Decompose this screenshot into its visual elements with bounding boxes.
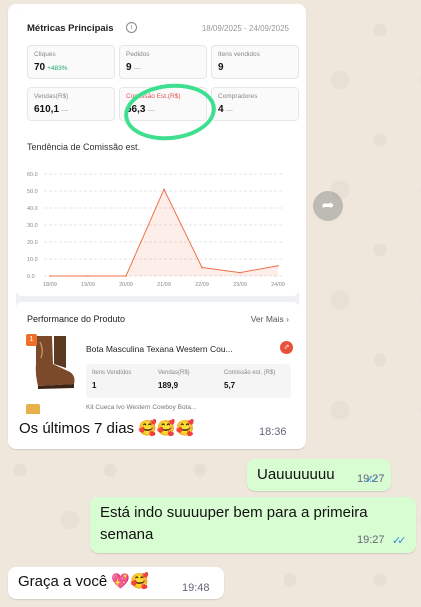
- y-tick-label: 60.0: [27, 172, 38, 178]
- y-tick-label: 40.0: [27, 206, 38, 212]
- read-receipt-icon: ✓✓: [365, 474, 380, 486]
- read-receipt-icon: ✓✓: [392, 535, 407, 547]
- image-caption: Os últimos 7 dias 🥰🥰🥰: [19, 420, 195, 437]
- data-point: [87, 275, 89, 277]
- rank-badge: 1: [26, 334, 37, 346]
- y-tick-label: 30.0: [27, 223, 38, 229]
- chart-title: Tendência de Comissão est.: [27, 142, 141, 152]
- tile-vendas: Vendas(R$) 610,1—: [27, 87, 115, 121]
- metrics-title: Métricas Principais: [27, 23, 114, 34]
- data-point: [163, 188, 165, 191]
- commission-trend-chart: 0.0 10.0 20.0 30.0 40.0 50.0 60.0 18/09 19/09 20/…: [27, 172, 285, 288]
- outgoing-message[interactable]: Está indo suuuuper bem para a primeira s…: [90, 497, 416, 553]
- message-text-line1: Está indo suuuuper bem para a primeira: [100, 504, 368, 521]
- data-point: [49, 275, 51, 277]
- performance-title: Performance do Produto: [27, 314, 126, 324]
- x-tick-label: 23/09: [233, 282, 247, 288]
- date-range: 18/09/2025 - 24/09/2025: [201, 24, 289, 33]
- stat-vendas: Vendas(R$) 189,9: [158, 370, 190, 390]
- x-tick-label: 21/09: [157, 282, 171, 288]
- info-icon: i: [126, 22, 137, 33]
- stat-itens-vendidos: Itens Vendidos 1: [92, 370, 132, 390]
- product-name[interactable]: Bota Masculina Texana Western Cou...: [86, 344, 233, 354]
- y-tick-label: 20.0: [27, 240, 38, 246]
- tile-label: Vendas(R$): [34, 93, 69, 100]
- series-area: [50, 189, 278, 276]
- data-point: [239, 271, 241, 274]
- product-performance-card: Performance do Produto Ver Mais › 1 Bota…: [16, 302, 299, 414]
- y-tick-label: 50.0: [27, 189, 38, 195]
- forward-icon[interactable]: ➦: [313, 191, 343, 221]
- message-text: Graça a você 💖🥰: [18, 573, 149, 590]
- next-product-row[interactable]: Kit Cueca Ivo Western Cowboy Bota...: [16, 402, 299, 414]
- incoming-message[interactable]: Graça a você 💖🥰 19:48: [8, 567, 224, 599]
- chevron-right-icon: ›: [286, 314, 289, 324]
- next-product-name: Kit Cueca Ivo Western Cowboy Bota...: [86, 404, 197, 411]
- image-message-bubble[interactable]: Métricas Principais i 18/09/2025 - 24/09…: [8, 4, 306, 449]
- metrics-card: Métricas Principais i 18/09/2025 - 24/09…: [16, 10, 299, 296]
- tile-label: Cliques: [34, 51, 56, 58]
- x-tick-label: 19/09: [81, 282, 95, 288]
- data-point: [125, 275, 127, 277]
- tile-cliques: Cliques 70 +483%: [27, 45, 115, 79]
- tile-compradores: Compradores 4—: [211, 87, 299, 121]
- tile-value: 9—: [126, 62, 141, 73]
- tile-label: Itens vendidos: [218, 51, 260, 58]
- x-tick-label: 22/09: [195, 282, 209, 288]
- product-stats: Itens Vendidos 1 Vendas(R$) 189,9 Comiss…: [86, 364, 291, 398]
- see-more-link[interactable]: Ver Mais ›: [251, 314, 289, 324]
- message-text: Uauuuuuuu: [257, 466, 335, 483]
- y-tick-label: 10.0: [27, 257, 38, 263]
- message-time: 18:36: [259, 426, 287, 438]
- data-point: [201, 266, 203, 269]
- x-tick-label: 18/09: [43, 282, 57, 288]
- next-product-thumbnail: [26, 404, 40, 414]
- tile-value: 9: [218, 62, 224, 73]
- message-time: 19:48: [182, 582, 210, 594]
- data-point: [277, 265, 279, 267]
- tile-value: 4—: [218, 104, 233, 115]
- tile-itens-vendidos: Itens vendidos 9: [211, 45, 299, 79]
- stat-comissao: Comissão est. (R$) 5,7: [224, 370, 276, 390]
- share-icon[interactable]: ⇗: [280, 341, 293, 354]
- tile-label: Compradores: [218, 93, 258, 100]
- y-tick-label: 0.0: [27, 274, 35, 280]
- message-time: 19:27: [357, 534, 385, 546]
- tile-pedidos: Pedidos 9—: [119, 45, 207, 79]
- x-tick-label: 24/09: [271, 282, 285, 288]
- tile-label: Pedidos: [126, 51, 150, 58]
- message-text-line2: semana: [100, 526, 154, 543]
- product-thumbnail[interactable]: 1: [26, 334, 78, 390]
- tile-value: 610,1—: [34, 104, 69, 115]
- tile-value: 70 +483%: [34, 62, 68, 73]
- x-tick-label: 20/09: [119, 282, 133, 288]
- screenshot-image[interactable]: Métricas Principais i 18/09/2025 - 24/09…: [16, 10, 299, 414]
